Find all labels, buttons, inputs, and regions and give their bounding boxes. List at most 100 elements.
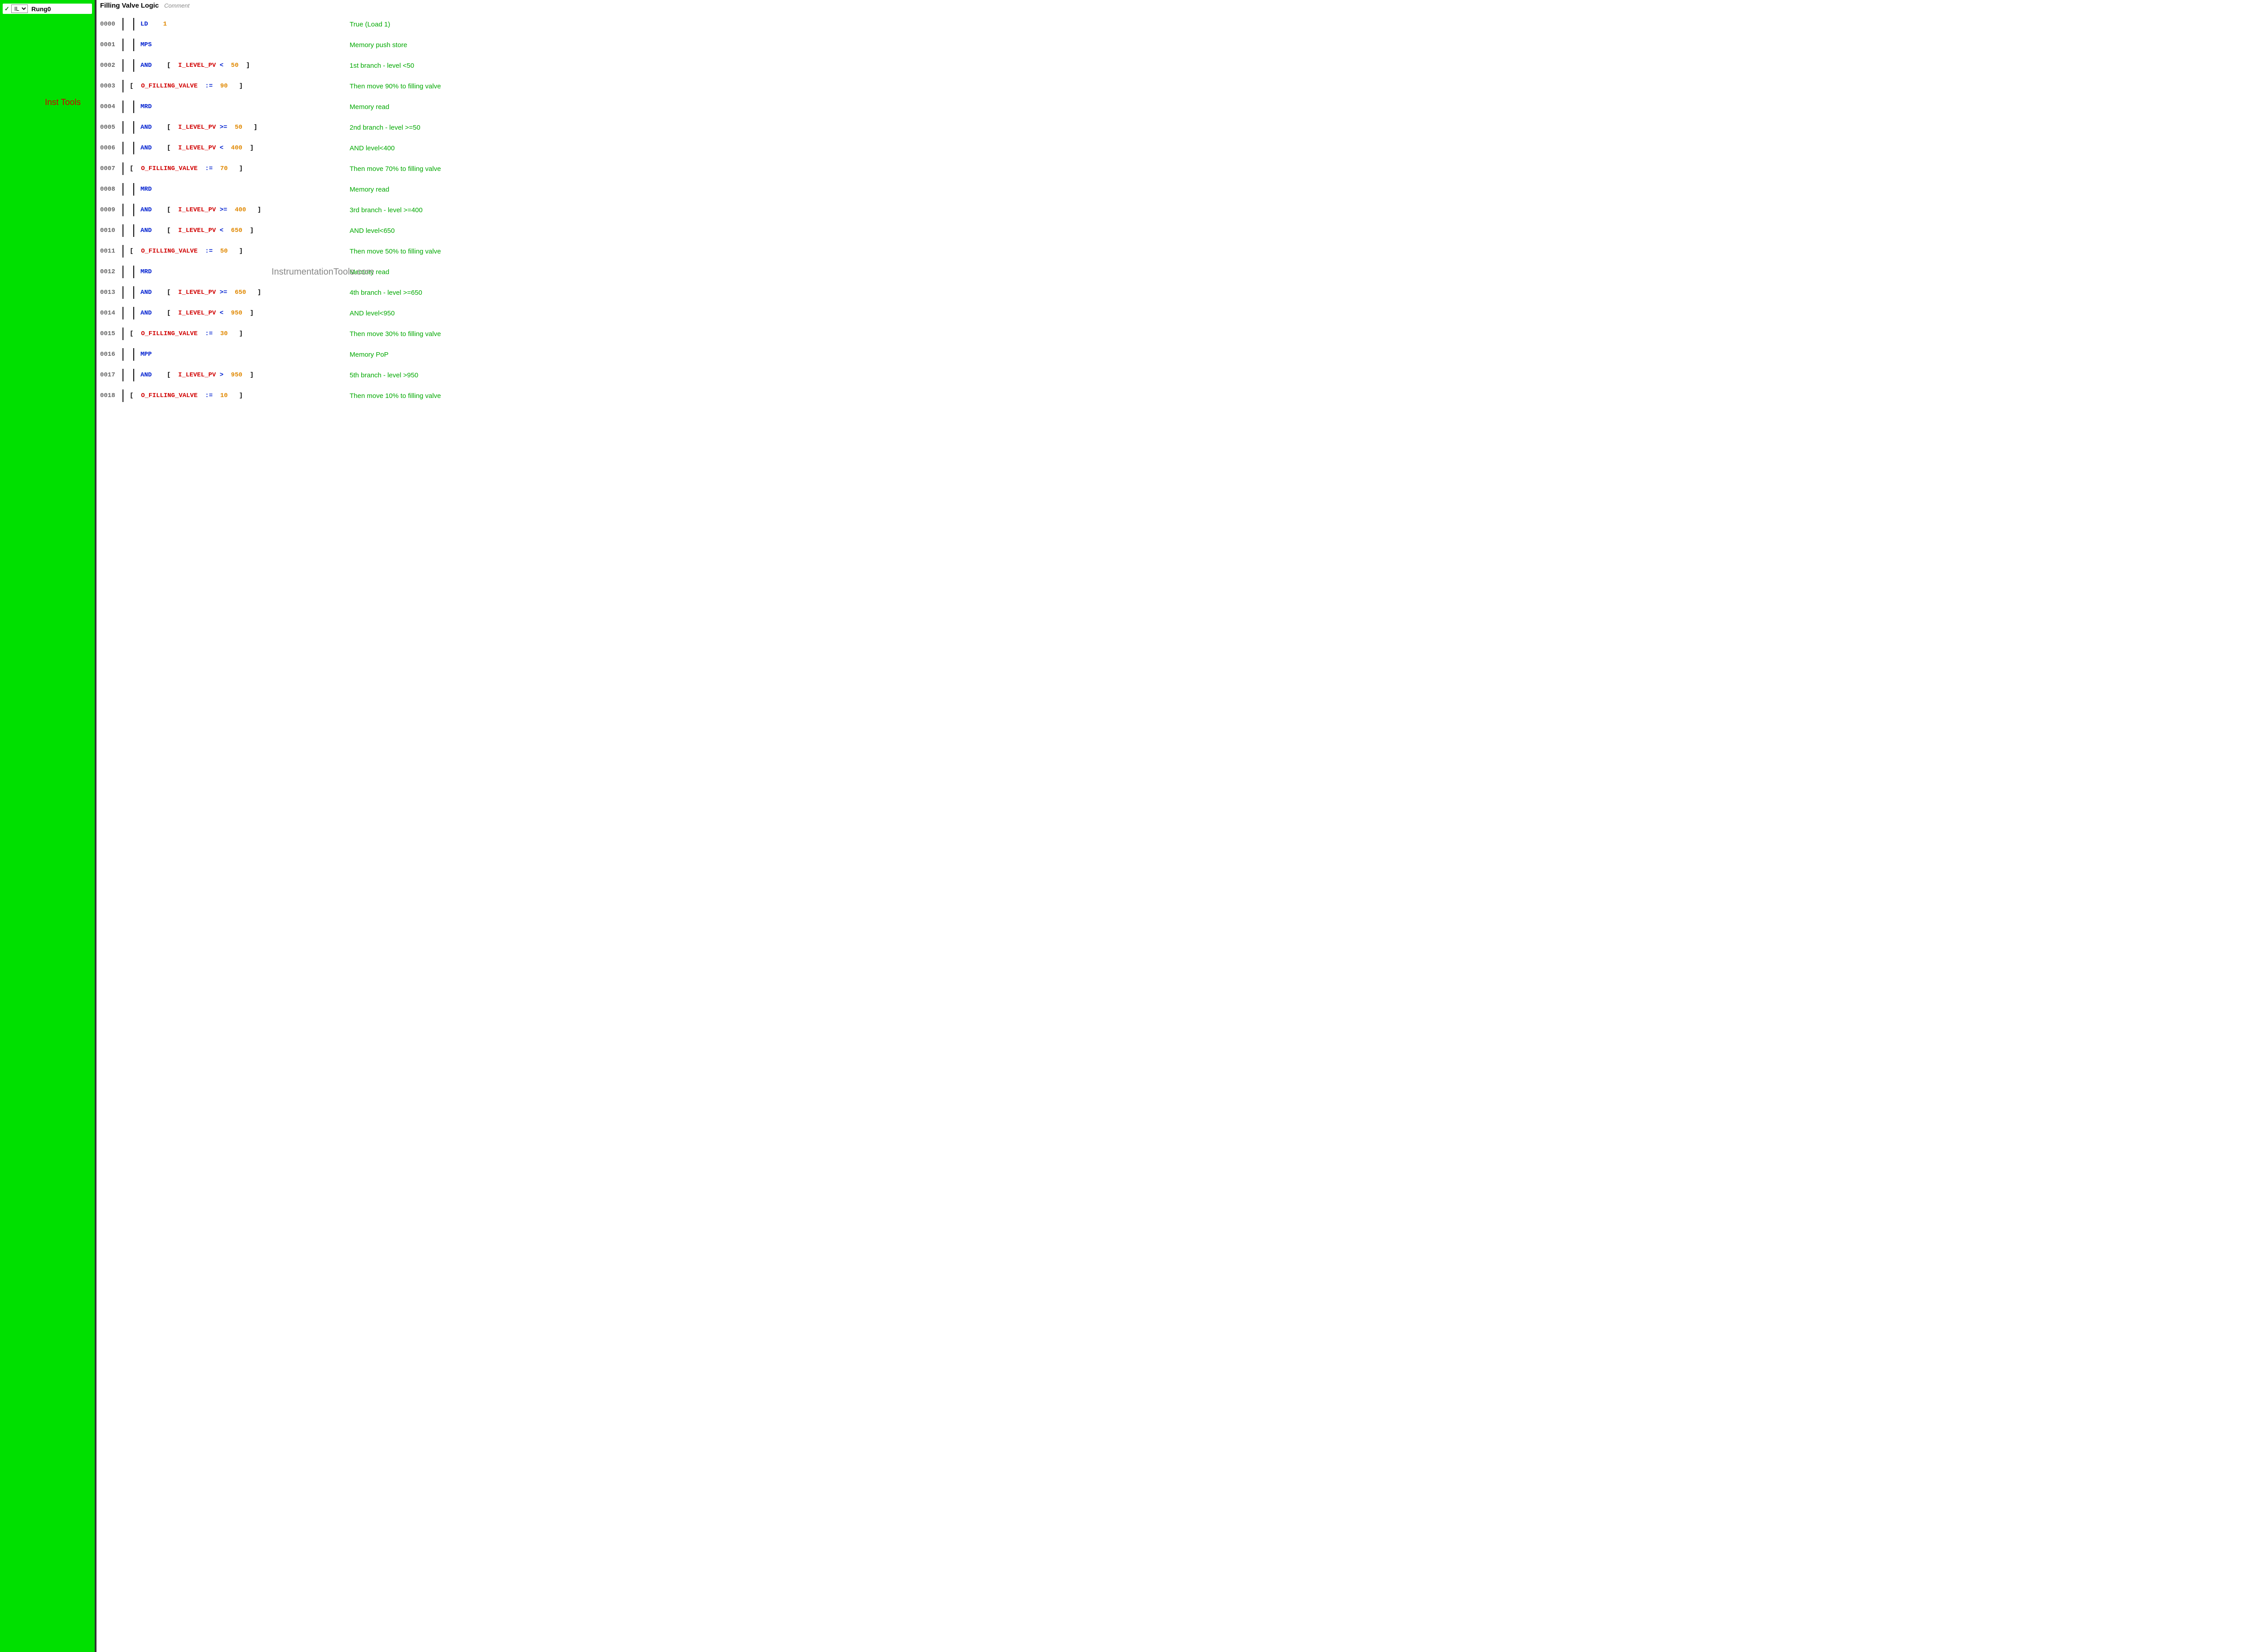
code-row[interactable]: 0002 AND [ I_LEVEL_PV < 50 ]1st branch - … [100, 55, 2240, 76]
line-comment[interactable]: 1st branch - level <50 [350, 62, 414, 70]
token: 50 [220, 248, 239, 255]
line-comment[interactable]: AND level<650 [350, 227, 394, 235]
language-select[interactable]: IL [11, 4, 28, 13]
token: MRD [140, 186, 152, 193]
token: AND [140, 206, 167, 214]
instruction-cell[interactable]: AND [ I_LEVEL_PV >= 50 ] [130, 121, 350, 134]
instruction-cell[interactable]: [ O_FILLING_VALVE := 50 ] [130, 248, 350, 255]
code-row[interactable]: 0014AND [ I_LEVEL_PV < 950 ]AND level<95… [100, 303, 2240, 323]
instruction-cell[interactable]: AND [ I_LEVEL_PV < 400 ] [130, 142, 350, 154]
token: 950 [231, 371, 250, 379]
code-row[interactable]: 0015[ O_FILLING_VALVE := 30 ]Then move 3… [100, 323, 2240, 344]
code-row[interactable]: 0013 AND [ I_LEVEL_PV >= 650 ]4th branch … [100, 282, 2240, 303]
code-row[interactable]: 0011[ O_FILLING_VALVE := 50 ]Then move 5… [100, 241, 2240, 262]
token: < [219, 227, 231, 234]
code-row[interactable]: 0010AND [ I_LEVEL_PV < 650 ]AND level<65… [100, 220, 2240, 241]
line-comment[interactable]: Memory read [350, 268, 389, 276]
token: MRD [140, 268, 152, 275]
code-row[interactable]: 0012 MRD Memory read [100, 262, 2240, 282]
token: O_FILLING_VALVE [141, 392, 205, 399]
line-comment[interactable]: Then move 70% to filling valve [350, 165, 441, 173]
token: ] [239, 248, 243, 255]
indent-bar [133, 204, 134, 216]
token: ] [239, 330, 243, 337]
code-row[interactable]: 0016MPPMemory PoP [100, 344, 2240, 365]
token: LD [140, 21, 163, 28]
line-comment[interactable]: Memory read [350, 103, 389, 111]
instruction-cell[interactable]: [ O_FILLING_VALVE := 30 ] [130, 330, 350, 337]
code-row[interactable]: 0004MRDMemory read [100, 96, 2240, 117]
code-row[interactable]: 0001MPSMemory push store [100, 35, 2240, 55]
comment-placeholder[interactable]: Comment [164, 2, 189, 9]
line-number: 0013 [100, 289, 119, 296]
token: I_LEVEL_PV [178, 62, 219, 69]
line-comment[interactable]: True (Load 1) [350, 21, 390, 28]
line-comment[interactable]: Then move 90% to filling valve [350, 83, 441, 90]
token: I_LEVEL_PV [178, 206, 219, 214]
rung-label: Rung0 [31, 5, 51, 13]
code-row[interactable]: 0007[ O_FILLING_VALVE := 70 ]Then move 7… [100, 158, 2240, 179]
instruction-cell[interactable]: AND [ I_LEVEL_PV < 950 ] [130, 307, 350, 319]
token: < [219, 310, 231, 317]
line-number: 0012 [100, 268, 119, 275]
code-row[interactable]: 0008MRDMemory read [100, 179, 2240, 200]
instruction-cell[interactable]: MRD [130, 101, 350, 113]
code-row[interactable]: 0018[ O_FILLING_VALVE := 10 ]Then move 1… [100, 385, 2240, 406]
token: AND [140, 289, 167, 296]
line-comment[interactable]: AND level<950 [350, 310, 394, 317]
token: [ [130, 83, 141, 90]
instruction-cell[interactable]: AND [ I_LEVEL_PV < 50 ] [130, 59, 350, 72]
instruction-cell[interactable]: MPP [130, 348, 350, 361]
line-comment[interactable]: Then move 50% to filling valve [350, 248, 441, 255]
token: I_LEVEL_PV [178, 310, 219, 317]
token: ] [239, 165, 243, 172]
line-comment[interactable]: Then move 30% to filling valve [350, 330, 441, 338]
line-comment[interactable]: 2nd branch - level >=50 [350, 124, 421, 131]
code-row[interactable]: 0003[ O_FILLING_VALVE := 90 ]Then move 9… [100, 76, 2240, 96]
line-comment[interactable]: 5th branch - level >950 [350, 371, 418, 379]
code-editor[interactable]: Filling Valve Logic Comment 0000LD 1True… [96, 0, 2244, 1652]
instruction-cell[interactable]: AND [ I_LEVEL_PV > 950 ] [130, 369, 350, 381]
token: ] [257, 289, 261, 296]
token: ] [239, 392, 243, 399]
token: [ [167, 144, 178, 152]
line-number: 0002 [100, 62, 119, 69]
instruction-cell[interactable]: [ O_FILLING_VALVE := 10 ] [130, 392, 350, 399]
instruction-cell[interactable]: MRD [130, 266, 350, 278]
token: I_LEVEL_PV [178, 144, 219, 152]
line-comment[interactable]: Memory read [350, 186, 389, 193]
rung-header[interactable]: ✓ IL Rung0 [3, 4, 92, 14]
line-comment[interactable]: Memory push store [350, 41, 407, 49]
instruction-cell[interactable]: [ O_FILLING_VALVE := 70 ] [130, 165, 350, 172]
token: := [205, 330, 220, 337]
code-row[interactable]: 0009AND [ I_LEVEL_PV >= 400 ]3rd branch … [100, 200, 2240, 220]
token: AND [140, 144, 167, 152]
instruction-cell[interactable]: AND [ I_LEVEL_PV >= 650 ] [130, 286, 350, 299]
code-row[interactable]: 0005AND [ I_LEVEL_PV >= 50 ]2nd branch -… [100, 117, 2240, 138]
line-comment[interactable]: Memory PoP [350, 351, 389, 358]
line-comment[interactable]: 4th branch - level >=650 [350, 289, 422, 297]
token: ] [250, 310, 254, 317]
instruction-cell[interactable]: AND [ I_LEVEL_PV < 650 ] [130, 224, 350, 237]
token: [ [167, 371, 178, 379]
instruction-cell[interactable]: LD 1 [130, 18, 350, 31]
line-comment[interactable]: Then move 10% to filling valve [350, 392, 441, 400]
token: AND [140, 310, 167, 317]
indent-bar [133, 348, 134, 361]
token: ] [246, 62, 250, 69]
line-comment[interactable]: 3rd branch - level >=400 [350, 206, 423, 214]
token: I_LEVEL_PV [178, 227, 219, 234]
token: AND [140, 371, 167, 379]
token: [ [130, 330, 141, 337]
instruction-cell[interactable]: [ O_FILLING_VALVE := 90 ] [130, 83, 350, 90]
instruction-cell[interactable]: MRD [130, 183, 350, 196]
token: 650 [235, 289, 257, 296]
token: < [219, 62, 231, 69]
instruction-cell[interactable]: AND [ I_LEVEL_PV >= 400 ] [130, 204, 350, 216]
code-row[interactable]: 0017AND [ I_LEVEL_PV > 950 ]5th branch -… [100, 365, 2240, 385]
instruction-cell[interactable]: MPS [130, 39, 350, 51]
line-comment[interactable]: AND level<400 [350, 144, 394, 152]
code-row[interactable]: 0006AND [ I_LEVEL_PV < 400 ]AND level<40… [100, 138, 2240, 158]
code-row[interactable]: 0000LD 1True (Load 1) [100, 14, 2240, 35]
logic-title[interactable]: Filling Valve Logic [100, 2, 159, 9]
